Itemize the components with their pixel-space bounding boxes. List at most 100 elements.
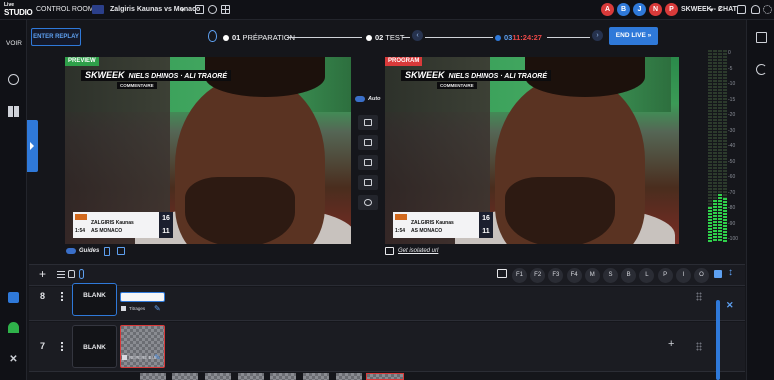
clock-icon[interactable] — [208, 5, 217, 14]
team1-score: 16 — [479, 212, 493, 225]
camera-icon[interactable] — [8, 292, 19, 303]
calendar-icon[interactable] — [195, 5, 204, 14]
swap-button[interactable] — [358, 155, 378, 170]
add-icon[interactable]: + — [39, 267, 46, 281]
step1-number: 01 — [232, 33, 241, 42]
scissors-icon — [364, 119, 372, 126]
monitor-icon — [385, 247, 394, 255]
function-button-f4[interactable]: F4 — [566, 268, 582, 283]
layout-grid-icon[interactable] — [8, 106, 19, 117]
add-item-icon[interactable]: + — [668, 338, 674, 350]
previous-step-button[interactable]: ‹ — [412, 30, 423, 41]
chat-label[interactable]: CHAT — [718, 6, 737, 13]
grid-icon[interactable] — [221, 5, 230, 14]
location-pin-icon[interactable] — [208, 30, 217, 42]
enter-replay-button[interactable]: ENTER REPLAY — [31, 28, 81, 46]
brand-text: SKWEEK — [85, 70, 125, 80]
next-row-thumbnail — [366, 373, 404, 380]
row-menu-icon[interactable] — [61, 342, 63, 351]
mobile-icon[interactable] — [104, 247, 110, 256]
timeline-row: 8 BLANK Titrages ✎ ✕ — [29, 283, 745, 321]
step-preparation[interactable]: 01 PRÉPARATION — [223, 33, 295, 42]
avatar[interactable]: B — [617, 3, 630, 16]
lock-icon[interactable] — [68, 270, 75, 278]
avatar[interactable]: P — [665, 3, 678, 16]
preview-video[interactable]: PREVIEW SKWEEK NIELS DHINOS · ALI TRAORÉ … — [65, 57, 351, 244]
function-button-p[interactable]: P — [657, 268, 673, 283]
meter-scale-label: -40 — [728, 143, 736, 149]
edit-icon[interactable]: ✎ — [154, 304, 161, 313]
audio-meter — [713, 50, 717, 242]
avatar[interactable]: J — [633, 3, 646, 16]
function-button-i[interactable]: I — [675, 268, 691, 283]
sort-icon[interactable]: ↕ — [728, 267, 733, 278]
drag-handle-icon[interactable] — [696, 342, 702, 351]
meter-scale-label: -90 — [728, 220, 736, 227]
avatar[interactable]: A — [601, 3, 614, 16]
timeline-row: 7 BLANK REPERE BUI ✎ + — [29, 322, 745, 372]
step-test[interactable]: 02 TEST — [366, 33, 404, 42]
program-video[interactable]: PROGRAM SKWEEK NIELS DHINOS · ALI TRAORÉ … — [385, 57, 679, 244]
timeline-toolbar — [29, 264, 745, 286]
end-live-button[interactable]: END LIVE » — [609, 27, 658, 45]
copy-layers-icon[interactable] — [714, 270, 722, 278]
function-button-o[interactable]: O — [694, 268, 709, 283]
scoreboard: ZALGIRIS Kaunas AS MONACO 1:54 16 11 — [73, 212, 173, 238]
avatar[interactable]: N — [649, 3, 662, 16]
broadcast-icon[interactable] — [8, 322, 19, 333]
league-logo — [75, 214, 87, 220]
function-button-s[interactable]: S — [603, 268, 618, 283]
progress-line — [425, 37, 493, 38]
list-icon[interactable] — [57, 271, 65, 278]
blank-slot[interactable]: BLANK — [72, 325, 117, 368]
auto-toggle[interactable] — [355, 96, 365, 102]
blank-slot[interactable]: BLANK — [72, 283, 117, 316]
game-clock: 1:54 — [395, 228, 406, 234]
dashboard-gauge-icon[interactable] — [8, 74, 19, 85]
chat-icon[interactable] — [737, 5, 746, 14]
copy-icon[interactable] — [117, 247, 125, 255]
app-logo[interactable]: Live STUDIO — [4, 2, 33, 18]
step-live[interactable]: 0311:24:27 — [495, 33, 542, 42]
timeline-scrollbar[interactable] — [716, 300, 720, 380]
team1-name: ZALGIRIS Kaunas — [411, 220, 454, 226]
next-row-thumbnail — [205, 373, 231, 380]
settings-button[interactable] — [358, 195, 378, 210]
user-icon[interactable] — [751, 5, 760, 14]
tools-icon[interactable]: ✕ — [8, 354, 19, 365]
room-caret[interactable]: ▾ — [710, 6, 714, 14]
game-clock: 1:54 — [75, 228, 86, 234]
match-title[interactable]: Zalgiris Kaunas vs Monaco — [110, 6, 200, 13]
isolated-url-text: Get isolated url — [398, 248, 439, 254]
function-button-f1[interactable]: F1 — [512, 268, 527, 283]
row-menu-icon[interactable] — [61, 292, 63, 301]
blank-label: BLANK — [83, 292, 106, 299]
close-row-icon[interactable]: ✕ — [726, 300, 734, 311]
auto-label: Auto — [368, 96, 381, 102]
cut-button[interactable] — [358, 115, 378, 130]
document-icon[interactable] — [756, 32, 767, 43]
commentary-label: COMMENTAIRE — [437, 82, 477, 89]
edit-icon[interactable]: ✎ — [154, 353, 161, 362]
undo-icon[interactable] — [756, 64, 767, 75]
progress-line — [547, 37, 590, 38]
drag-handle-icon[interactable] — [696, 292, 702, 301]
attachment-icon[interactable] — [79, 269, 84, 279]
gear-icon[interactable] — [763, 5, 772, 14]
voir-label[interactable]: VOIR — [6, 40, 22, 47]
keyboard-icon[interactable] — [497, 269, 507, 278]
control-rooms-link[interactable]: CONTROL ROOMS — [36, 6, 98, 13]
room-selector[interactable]: SKWEEK - 2 — [681, 6, 722, 13]
titrage-thumbnail[interactable] — [120, 292, 165, 302]
guides-toggle[interactable] — [66, 248, 76, 254]
row-number: 7 — [40, 341, 46, 351]
next-step-button[interactable]: › — [592, 30, 603, 41]
function-button-m[interactable]: M — [584, 268, 600, 283]
image-button[interactable] — [358, 175, 378, 190]
expand-panel-tab[interactable] — [27, 120, 38, 172]
isolated-url-link[interactable]: Get isolated url — [398, 248, 438, 254]
match-dropdown-caret[interactable]: ▾ — [181, 6, 185, 14]
guides-label: Guides — [79, 248, 100, 254]
gear-icon — [364, 199, 372, 206]
overlay-button[interactable] — [358, 135, 378, 150]
